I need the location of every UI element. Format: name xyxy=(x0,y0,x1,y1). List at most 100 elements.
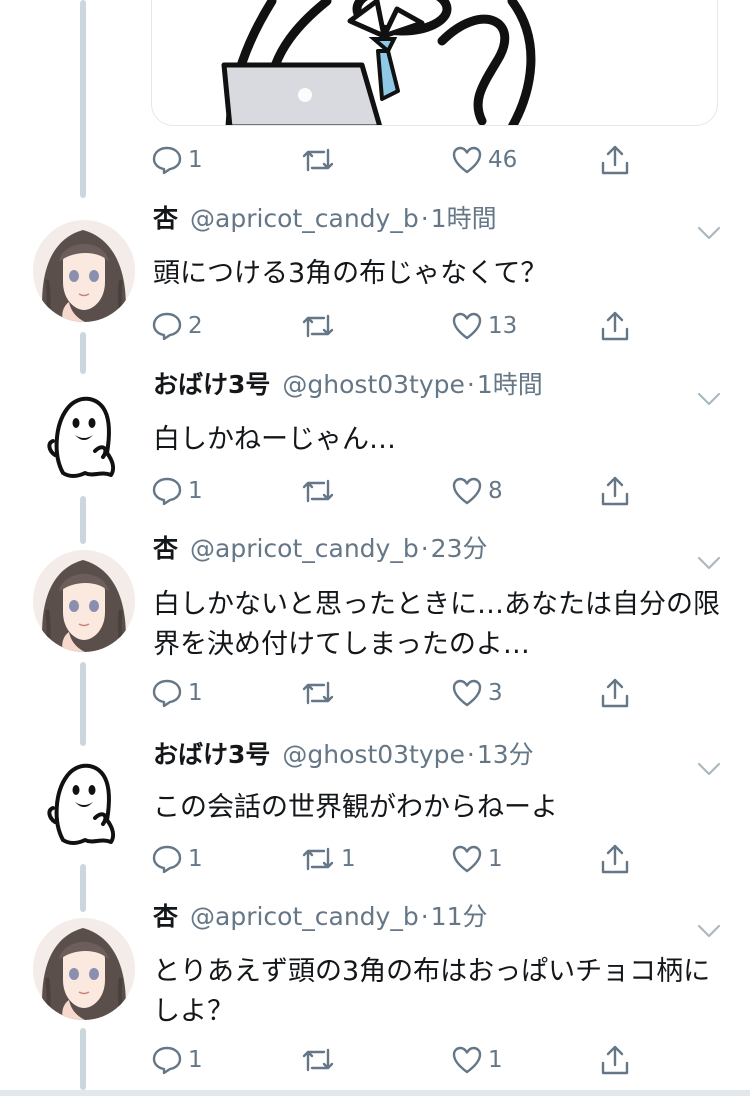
tweet-text: 白しかないと思ったときに…あなたは自分の限界を決め付けてしまったのよ… xyxy=(153,589,720,660)
tweet-text: 頭につける3角の布じゃなくて？ xyxy=(153,258,548,289)
like-count: 8 xyxy=(488,478,503,504)
anime-girl-avatar[interactable] xyxy=(33,918,135,1020)
thread-line xyxy=(80,662,86,746)
separator-dot: · xyxy=(420,534,429,563)
thread-line xyxy=(80,332,86,374)
anime-girl-avatar[interactable] xyxy=(33,550,135,652)
share-button[interactable] xyxy=(599,675,631,711)
reply-icon xyxy=(152,1046,182,1075)
share-button[interactable] xyxy=(599,142,631,178)
reply-icon xyxy=(152,312,182,341)
ghost-avatar[interactable] xyxy=(33,385,135,487)
like-count: 46 xyxy=(488,147,518,173)
share-icon xyxy=(601,678,629,708)
separator-dot: · xyxy=(466,740,475,769)
reply-count: 2 xyxy=(188,313,203,339)
display-name[interactable]: 杏 xyxy=(153,204,178,233)
chevron-down-icon[interactable] xyxy=(696,554,722,572)
retweet-button[interactable] xyxy=(300,1042,341,1078)
tweet-text: とりあえず頭の3角の布はおっぱいチョコ柄にしよ？ xyxy=(153,956,711,1027)
conversation-thread: 1 46 杏 @apricot_candy_b·1時間 頭につける3角の布じゃなく… xyxy=(0,0,750,1096)
separator-dot: · xyxy=(420,204,429,233)
retweet-button[interactable] xyxy=(300,473,341,509)
tweet-timestamp[interactable]: 13分 xyxy=(477,740,534,769)
tweet-header: 杏 @apricot_candy_b·11分 xyxy=(153,900,487,934)
share-button[interactable] xyxy=(599,841,631,877)
tweet-media-image[interactable] xyxy=(151,0,718,126)
reply-button[interactable]: 1 xyxy=(151,841,203,877)
display-name[interactable]: おばけ3号 xyxy=(153,740,270,769)
tweet-text: この会話の世界観がわからねーよ xyxy=(153,792,558,823)
chevron-down-icon[interactable] xyxy=(696,390,722,408)
share-icon xyxy=(601,1045,629,1075)
reply-count: 1 xyxy=(188,478,203,504)
display-name[interactable]: 杏 xyxy=(153,902,178,931)
ghost-with-laptop-illustration xyxy=(221,0,536,125)
chevron-down-icon[interactable] xyxy=(696,922,722,940)
user-handle[interactable]: @apricot_candy_b xyxy=(190,204,419,233)
share-button[interactable] xyxy=(599,308,631,344)
display-name[interactable]: おばけ3号 xyxy=(153,370,270,399)
separator-dot: · xyxy=(420,902,429,931)
user-handle[interactable]: @apricot_candy_b xyxy=(190,902,419,931)
ghost-avatar[interactable] xyxy=(33,752,135,854)
like-icon xyxy=(452,679,482,707)
tweet-header: おばけ3号 @ghost03type·1時間 xyxy=(153,368,543,402)
retweet-button[interactable] xyxy=(300,675,341,711)
like-count: 1 xyxy=(488,846,503,872)
tweet-timestamp[interactable]: 23分 xyxy=(431,534,488,563)
reply-button[interactable]: 1 xyxy=(151,675,203,711)
tweet-timestamp[interactable]: 11分 xyxy=(431,902,488,931)
retweet-icon xyxy=(302,1048,334,1072)
retweet-button[interactable] xyxy=(300,308,341,344)
display-name[interactable]: 杏 xyxy=(153,534,178,563)
like-icon xyxy=(452,146,482,174)
like-button[interactable]: 8 xyxy=(451,473,503,509)
share-icon xyxy=(601,311,629,341)
tweet-text: 白しかねーじゃん… xyxy=(153,424,396,455)
retweet-icon xyxy=(302,681,334,705)
like-count: 1 xyxy=(488,1047,503,1073)
chevron-down-icon[interactable] xyxy=(696,224,722,242)
reply-button[interactable]: 1 xyxy=(151,1042,203,1078)
like-icon xyxy=(452,477,482,505)
like-button[interactable]: 1 xyxy=(451,1042,503,1078)
like-button[interactable]: 13 xyxy=(451,308,517,344)
share-icon xyxy=(601,145,629,175)
user-handle[interactable]: @ghost03type xyxy=(282,740,465,769)
divider xyxy=(0,1090,750,1096)
tweet-header: 杏 @apricot_candy_b·1時間 xyxy=(153,202,497,236)
like-button[interactable]: 46 xyxy=(451,142,517,178)
like-icon xyxy=(452,845,482,873)
retweet-count: 1 xyxy=(341,846,356,872)
like-button[interactable]: 1 xyxy=(451,841,503,877)
reply-count: 1 xyxy=(188,846,203,872)
reply-button[interactable]: 1 xyxy=(151,142,203,178)
reply-button[interactable]: 2 xyxy=(151,308,203,344)
like-button[interactable]: 3 xyxy=(451,675,503,711)
like-icon xyxy=(452,1046,482,1074)
user-handle[interactable]: @apricot_candy_b xyxy=(190,534,419,563)
reply-button[interactable]: 1 xyxy=(151,473,203,509)
retweet-icon xyxy=(302,314,334,338)
chevron-down-icon[interactable] xyxy=(696,760,722,778)
reply-count: 1 xyxy=(188,1047,203,1073)
thread-line xyxy=(80,1028,86,1090)
retweet-button[interactable] xyxy=(300,142,341,178)
tweet-timestamp[interactable]: 1時間 xyxy=(431,204,497,233)
reply-count: 1 xyxy=(188,147,203,173)
retweet-button[interactable]: 1 xyxy=(300,841,356,877)
reply-icon xyxy=(152,845,182,874)
reply-icon xyxy=(152,477,182,506)
tweet-header: 杏 @apricot_candy_b·23分 xyxy=(153,532,487,566)
separator-dot: · xyxy=(466,370,475,399)
tweet-timestamp[interactable]: 1時間 xyxy=(477,370,543,399)
anime-girl-avatar[interactable] xyxy=(33,220,135,322)
thread-line xyxy=(80,864,86,912)
share-button[interactable] xyxy=(599,473,631,509)
retweet-icon xyxy=(302,148,334,172)
user-handle[interactable]: @ghost03type xyxy=(282,370,465,399)
retweet-icon xyxy=(302,847,334,871)
share-button[interactable] xyxy=(599,1042,631,1078)
like-icon xyxy=(452,312,482,340)
